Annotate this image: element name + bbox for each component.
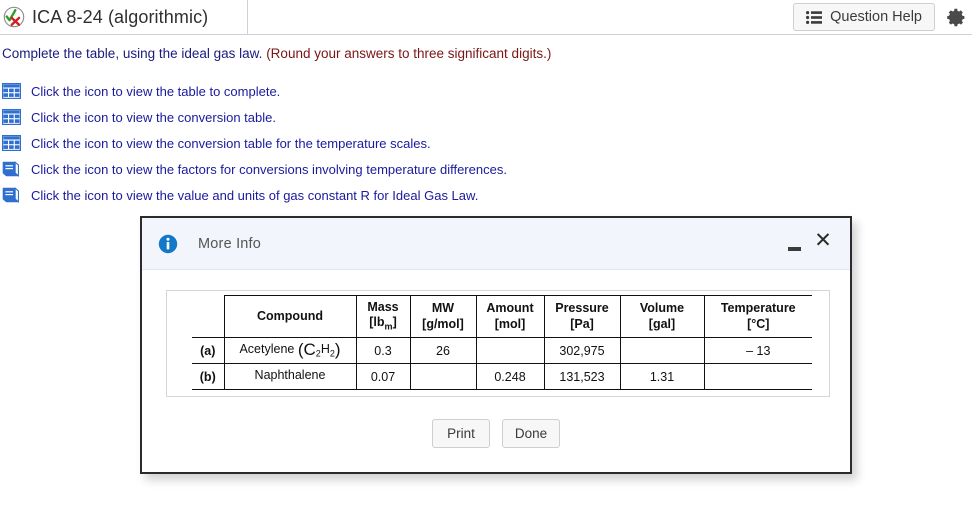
top-header-bar: ICA 8-24 (algorithmic) Question Help [0,0,972,35]
list-icon [806,10,823,24]
resource-link-table-to-complete[interactable]: Click the icon to view the table to comp… [2,78,702,104]
col-header-volume-units: [gal] [648,316,676,331]
col-header-row-label [192,296,224,338]
col-header-pressure: Pressure [Pa] [543,295,620,338]
dialog-body: Compound Mass [lbm] MW [g/mol] Amount [m… [142,270,850,474]
table-row: (a) Acetylene (C2H2) 0.3 26 302,975 – 13 [192,337,812,364]
cell-pressure: 131,523 [543,363,620,390]
cell-volume: 1.31 [619,363,704,390]
resource-link-label: Click the icon to view the table to comp… [31,83,281,99]
col-header-mw-units: [g/mol] [422,316,464,331]
cell-mw: 26 [409,337,476,364]
cell-mass: 0.3 [355,337,410,364]
col-header-compound: Compound [223,295,356,338]
col-header-volume: Volume [gal] [619,295,704,338]
book-icon [2,161,19,177]
col-header-pressure-name: Pressure [555,300,609,315]
gear-icon [946,8,964,26]
prompt-main-text: Complete the table, using the ideal gas … [2,46,263,61]
cell-temperature [703,363,812,390]
compound-name: Acetylene [239,342,295,357]
table-header: Compound Mass [lbm] MW [g/mol] Amount [m… [192,295,812,338]
info-icon [158,234,178,253]
col-header-mass-unit-close: ] [392,315,397,330]
table-header-row: Compound Mass [lbm] MW [g/mol] Amount [m… [192,295,812,338]
col-header-temperature: Temperature [°C] [703,295,812,338]
table-row: (b) Naphthalene 0.07 0.248 131,523 1.31 [192,363,812,390]
header-divider [247,0,248,34]
resource-link-conversion-table[interactable]: Click the icon to view the conversion ta… [2,104,702,130]
cell-mw [409,363,476,390]
gas-table-frame: Compound Mass [lbm] MW [g/mol] Amount [m… [166,290,830,397]
col-header-mw-name: MW [431,300,455,315]
col-header-mw: MW [g/mol] [409,295,476,338]
row-label: (a) [192,337,224,364]
book-icon [2,187,19,203]
question-help-label: Question Help [830,9,922,25]
col-header-temperature-units: [°C] [747,316,770,331]
dialog-title: More Info [198,235,262,252]
resource-link-label: Click the icon to view the conversion ta… [31,109,276,125]
col-header-mass-unit-sub: m [384,321,393,332]
settings-button[interactable] [943,4,969,30]
gas-properties-table: Compound Mass [lbm] MW [g/mol] Amount [m… [192,295,812,390]
resource-link-list: Click the icon to view the table to comp… [2,78,702,208]
resource-link-temperature-scales-table[interactable]: Click the icon to view the conversion ta… [2,130,702,156]
col-header-amount-name: Amount [486,300,534,315]
resource-link-label: Click the icon to view the conversion ta… [31,135,431,151]
col-header-amount: Amount [mol] [475,295,544,338]
col-header-pressure-units: [Pa] [570,316,594,331]
prompt-rounding-note: (Round your answers to three significant… [266,46,552,61]
header-bottom-rule [0,34,972,35]
col-header-volume-name: Volume [639,300,685,315]
table-body: (a) Acetylene (C2H2) 0.3 26 302,975 – 13 [192,337,812,390]
formula-paren-open: (C [297,340,316,360]
table-grid-icon [2,109,21,125]
print-button[interactable]: Print [432,419,490,448]
compound-name-and-formula: Naphthalene [255,368,326,382]
cell-pressure: 302,975 [543,337,620,364]
question-help-button[interactable]: Question Help [793,3,935,31]
dialog-minimize-button[interactable] [787,237,802,251]
page-title: ICA 8-24 (algorithmic) [32,6,209,27]
done-button[interactable]: Done [502,419,560,448]
row-label: (b) [192,363,224,390]
formula-mid: H [320,342,330,357]
dialog-button-bar: Print Done [142,419,850,448]
app-root: ICA 8-24 (algorithmic) Question Help Com… [0,0,972,512]
col-header-mass-unit-open: [lb [369,315,385,330]
cell-mass: 0.07 [355,363,410,390]
compound-name: Naphthalene [254,368,326,383]
cell-volume [619,337,704,364]
check-x-status-icon [3,6,25,28]
table-grid-icon [2,83,21,99]
resource-link-label: Click the icon to view the factors for c… [31,161,507,177]
dialog-header: More Info ✕ [142,218,850,270]
cell-amount [475,337,544,364]
cell-amount: 0.248 [475,363,544,390]
col-header-amount-units: [mol] [494,316,526,331]
resource-link-temperature-difference-factors[interactable]: Click the icon to view the factors for c… [2,156,702,182]
resource-link-gas-constant[interactable]: Click the icon to view the value and uni… [2,182,702,208]
cell-compound: Acetylene (C2H2) [223,337,356,364]
more-info-dialog: More Info ✕ Compound Mass [lbm] MW [g/mo… [140,216,852,474]
col-header-mass-name: Mass [367,299,399,314]
dialog-close-button[interactable]: ✕ [812,229,834,253]
cell-compound: Naphthalene [223,363,356,390]
question-title-group: ICA 8-24 (algorithmic) [0,0,208,34]
table-grid-icon [2,135,21,151]
col-header-temperature-name: Temperature [720,300,796,315]
question-prompt: Complete the table, using the ideal gas … [2,46,551,61]
cell-temperature: – 13 [703,337,812,364]
col-header-mass: Mass [lbm] [355,295,410,338]
compound-name-and-formula: Acetylene (C2H2) [239,340,341,360]
formula-paren-close: ) [334,340,341,360]
resource-link-label: Click the icon to view the value and uni… [31,187,479,203]
